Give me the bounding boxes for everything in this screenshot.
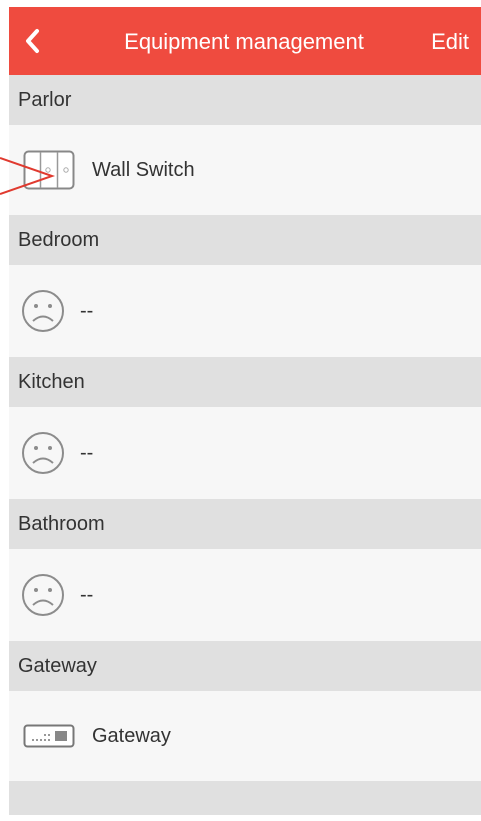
footer-bar [9,781,481,815]
device-row-wall-switch[interactable]: Wall Switch [9,125,481,215]
sad-face-icon [18,570,68,620]
device-row-gateway[interactable]: Gateway [9,691,481,781]
sad-face-icon [18,286,68,336]
page-title: Equipment management [124,29,364,54]
section-header-gateway: Gateway [9,641,481,691]
wall-switch-icon [18,145,80,195]
device-row-empty[interactable]: -- [9,407,481,499]
device-row-empty[interactable]: -- [9,265,481,357]
device-label: -- [80,441,94,464]
section-header-bedroom: Bedroom [9,215,481,265]
edit-button[interactable]: Edit [431,29,469,55]
device-label: -- [80,583,94,606]
device-label: -- [80,299,94,322]
top-bar: Equipment management Edit [9,7,481,75]
device-row-empty[interactable]: -- [9,549,481,641]
section-header-kitchen: Kitchen [9,357,481,407]
section-header-bathroom: Bathroom [9,499,481,549]
device-label: Gateway [92,724,171,747]
device-label: Wall Switch [92,158,195,181]
sad-face-icon [18,428,68,478]
section-header-parlor: Parlor [9,75,481,125]
gateway-icon [18,711,80,761]
equipment-management-screen: Equipment management Edit Parlor Wall Sw… [9,7,481,815]
